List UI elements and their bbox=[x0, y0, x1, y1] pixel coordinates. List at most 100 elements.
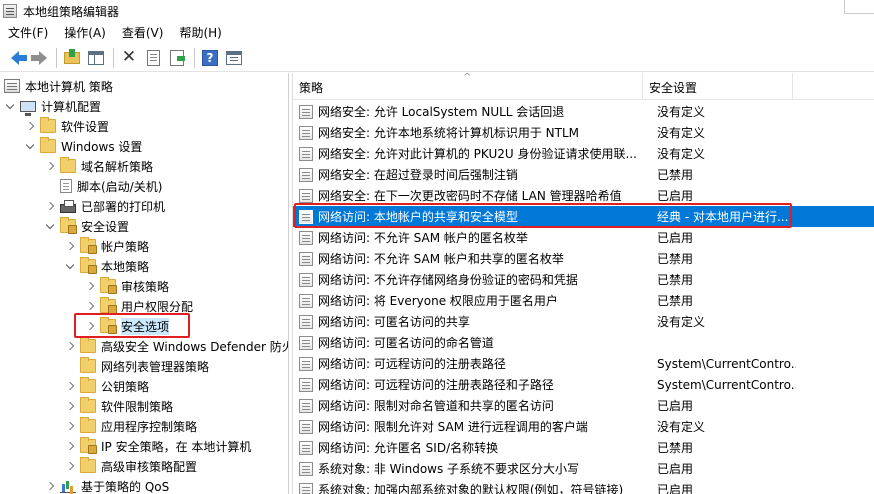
forward-button[interactable] bbox=[28, 47, 50, 69]
expand-chevron-icon[interactable] bbox=[64, 416, 76, 436]
tree-node-security-options[interactable]: 安全选项 bbox=[84, 316, 170, 336]
tree-node-account-policies[interactable]: 帐户策略 bbox=[64, 236, 149, 256]
table-row[interactable]: 网络访问: 不允许 SAM 帐户和共享的匿名枚举 已禁用 bbox=[293, 248, 874, 269]
collapse-chevron-icon[interactable] bbox=[44, 216, 56, 236]
table-row[interactable]: 网络安全: 允许本地系统将计算机标识用于 NTLM 没有定义 bbox=[293, 122, 874, 143]
table-row[interactable]: 网络安全: 在下一次更改密码时不存储 LAN 管理器哈希值 已启用 bbox=[293, 185, 874, 206]
table-row[interactable]: 网络访问: 不允许存储网络身份验证的密码和凭据 已禁用 bbox=[293, 269, 874, 290]
export-list-button[interactable] bbox=[166, 47, 188, 69]
menu-action[interactable]: 操作(A) bbox=[56, 22, 114, 44]
expand-chevron-icon[interactable] bbox=[44, 196, 56, 216]
tree-node-network-list-manager[interactable]: 网络列表管理器策略 bbox=[80, 356, 209, 376]
table-row[interactable]: 网络访问: 可匿名访问的命名管道 bbox=[293, 332, 874, 353]
show-hide-tree-button[interactable] bbox=[85, 47, 107, 69]
security-setting-cell: 已禁用 bbox=[657, 252, 694, 266]
tree-node-local-policies[interactable]: 本地策略 bbox=[64, 256, 149, 276]
column-header-policy[interactable]: ^ 策略 bbox=[293, 73, 643, 100]
policy-setting-icon bbox=[299, 230, 313, 245]
collapse-chevron-icon[interactable] bbox=[64, 256, 76, 276]
menu-view[interactable]: 查看(V) bbox=[114, 22, 172, 44]
expand-chevron-icon[interactable] bbox=[64, 376, 76, 396]
window-control-button[interactable] bbox=[844, 0, 874, 14]
table-row[interactable]: 网络访问: 限制允许对 SAM 进行远程调用的客户端 没有定义 bbox=[293, 416, 874, 437]
collapse-chevron-icon[interactable] bbox=[4, 96, 16, 116]
security-setting-cell: System\CurrentContro... bbox=[657, 356, 796, 371]
security-setting-cell: 没有定义 bbox=[657, 126, 706, 140]
table-row[interactable]: 网络访问: 可匿名访问的共享 没有定义 bbox=[293, 311, 874, 332]
expand-chevron-icon[interactable] bbox=[84, 276, 96, 296]
console-tree[interactable]: 本地计算机 策略 计算机配置 软件设置 Windows 设置 域名解析策略 脚本… bbox=[0, 73, 289, 494]
tree-node-policy-based-qos[interactable]: 基于策略的 QoS bbox=[44, 476, 169, 494]
expand-chevron-icon[interactable] bbox=[64, 436, 76, 456]
expand-chevron-icon[interactable] bbox=[84, 316, 96, 336]
policy-setting-icon bbox=[299, 146, 313, 161]
policy-setting-icon bbox=[299, 419, 313, 434]
menu-file[interactable]: 文件(F) bbox=[0, 22, 56, 44]
column-header-setting[interactable]: 安全设置 bbox=[643, 73, 793, 100]
table-row[interactable]: 系统对象: 加强内部系统对象的默认权限(例如，符号链接) 已启用 bbox=[293, 479, 874, 494]
table-row[interactable]: 网络访问: 不允许 SAM 帐户的匿名枚举 已启用 bbox=[293, 227, 874, 248]
expand-chevron-icon[interactable] bbox=[64, 236, 76, 256]
tree-node-windows-defender-firewall[interactable]: 高级安全 Windows Defender 防火 bbox=[64, 336, 288, 356]
table-row[interactable]: 网络访问: 将 Everyone 权限应用于匿名用户 已禁用 bbox=[293, 290, 874, 311]
tree-node-scripts[interactable]: 脚本(启动/关机) bbox=[60, 176, 162, 196]
table-row[interactable]: 网络安全: 在超过登录时间后强制注销 已禁用 bbox=[293, 164, 874, 185]
security-folder-icon bbox=[80, 257, 97, 274]
table-row[interactable]: 网络访问: 可远程访问的注册表路径和子路径 System\CurrentContr… bbox=[293, 374, 874, 395]
tree-node-local-computer-policy[interactable]: 本地计算机 策略 bbox=[4, 76, 113, 96]
table-row[interactable]: 网络访问: 本地帐户的共享和安全模型 经典 - 对本地用户进行... bbox=[293, 206, 874, 227]
collapse-chevron-icon[interactable] bbox=[24, 136, 36, 156]
tree-node-security-settings[interactable]: 安全设置 bbox=[44, 216, 129, 236]
expand-chevron-icon[interactable] bbox=[44, 476, 56, 494]
table-row[interactable]: 系统对象: 非 Windows 子系统不要求区分大小写 已启用 bbox=[293, 458, 874, 479]
tree-node-software-settings[interactable]: 软件设置 bbox=[24, 116, 109, 136]
security-setting-cell: 没有定义 bbox=[657, 420, 706, 434]
delete-icon: ✕ bbox=[121, 47, 137, 67]
policy-setting-icon bbox=[299, 398, 313, 413]
tree-node-advanced-audit[interactable]: 高级审核策略配置 bbox=[64, 456, 197, 476]
table-row[interactable]: 网络安全: 允许 LocalSystem NULL 会话回退 没有定义 bbox=[293, 101, 874, 122]
up-folder-button[interactable] bbox=[61, 47, 83, 69]
column-header-label: 策略 bbox=[299, 81, 324, 95]
back-button[interactable] bbox=[4, 47, 27, 69]
tree-node-computer-config[interactable]: 计算机配置 bbox=[4, 96, 101, 116]
policy-name-cell: 网络访问: 限制允许对 SAM 进行远程调用的客户端 bbox=[318, 420, 588, 434]
table-row[interactable]: 网络访问: 允许匿名 SID/名称转换 已禁用 bbox=[293, 437, 874, 458]
expand-chevron-icon[interactable] bbox=[44, 156, 56, 176]
expand-chevron-icon[interactable] bbox=[84, 296, 96, 316]
policy-name-cell: 网络访问: 本地帐户的共享和安全模型 bbox=[318, 210, 518, 224]
tree-node-ip-security[interactable]: IP 安全策略，在 本地计算机 bbox=[64, 436, 251, 456]
expand-chevron-icon[interactable] bbox=[64, 456, 76, 476]
security-setting-cell: 已启用 bbox=[657, 231, 694, 245]
table-row[interactable]: 网络访问: 可远程访问的注册表路径 System\CurrentContro... bbox=[293, 353, 874, 374]
policy-name-cell: 网络访问: 可远程访问的注册表路径 bbox=[318, 357, 506, 371]
policy-setting-icon bbox=[299, 440, 313, 455]
show-action-pane-button[interactable] bbox=[223, 47, 245, 69]
security-setting-cell: 已禁用 bbox=[657, 168, 694, 182]
help-button[interactable]: ? bbox=[199, 47, 221, 69]
table-row[interactable]: 网络安全: 允许对此计算机的 PKU2U 身份验证请求使用联... 没有定义 bbox=[293, 143, 874, 164]
policy-name-cell: 网络安全: 允许 LocalSystem NULL 会话回退 bbox=[318, 105, 565, 119]
security-setting-cell: System\CurrentContro... bbox=[657, 377, 796, 392]
security-setting-cell: 已禁用 bbox=[657, 273, 694, 287]
delete-button[interactable]: ✕ bbox=[118, 47, 140, 69]
policy-list[interactable]: ^ 策略 安全设置 网络安全: 允许 LocalSystem NULL 会话回退… bbox=[293, 73, 874, 494]
tree-node-windows-settings[interactable]: Windows 设置 bbox=[24, 136, 142, 156]
properties-button[interactable] bbox=[142, 47, 164, 69]
policy-name-cell: 网络访问: 可远程访问的注册表路径和子路径 bbox=[318, 378, 554, 392]
tree-node-deployed-printers[interactable]: 已部署的打印机 bbox=[44, 196, 165, 216]
menu-help[interactable]: 帮助(H) bbox=[171, 22, 229, 44]
tree-node-label: 安全选项 bbox=[121, 317, 170, 335]
expand-chevron-icon[interactable] bbox=[64, 336, 76, 356]
table-row[interactable]: 网络访问: 限制对命名管道和共享的匿名访问 已启用 bbox=[293, 395, 874, 416]
expand-chevron-icon[interactable] bbox=[64, 396, 76, 416]
tree-node-software-restriction[interactable]: 软件限制策略 bbox=[64, 396, 173, 416]
tree-node-name-resolution-policy[interactable]: 域名解析策略 bbox=[44, 156, 153, 176]
tree-node-user-rights-assignment[interactable]: 用户权限分配 bbox=[84, 296, 193, 316]
policy-name-cell: 网络安全: 允许对此计算机的 PKU2U 身份验证请求使用联... bbox=[318, 147, 637, 161]
expand-chevron-icon[interactable] bbox=[24, 116, 36, 136]
tree-node-application-control[interactable]: 应用程序控制策略 bbox=[64, 416, 197, 436]
tree-node-public-key-policies[interactable]: 公钥策略 bbox=[64, 376, 149, 396]
tree-node-label: 审核策略 bbox=[121, 279, 170, 294]
tree-node-audit-policy[interactable]: 审核策略 bbox=[84, 276, 169, 296]
